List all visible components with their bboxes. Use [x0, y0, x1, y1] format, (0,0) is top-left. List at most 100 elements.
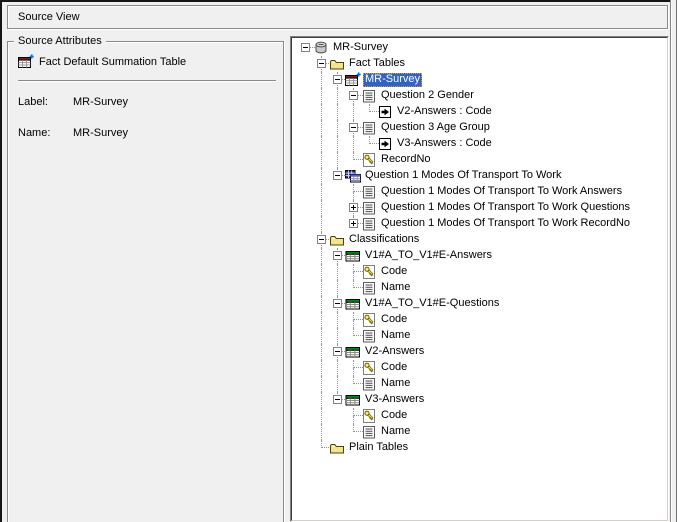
tree-item-label[interactable]: Question 1 Modes Of Transport To Work	[363, 169, 563, 183]
list-icon[interactable]	[361, 376, 377, 392]
expand-plus-icon[interactable]	[349, 219, 358, 228]
class-table-icon[interactable]	[345, 392, 361, 408]
tree-guide	[321, 184, 322, 200]
tree-item-label[interactable]: V2-Answers	[363, 345, 426, 359]
tree-guide	[353, 320, 354, 328]
tree-row: Question 1 Modes Of Transport To Work Qu…	[292, 200, 667, 216]
arrow-icon[interactable]	[377, 136, 393, 152]
table-type-label: Fact Default Summation Table	[39, 56, 186, 68]
key-icon[interactable]	[361, 408, 377, 424]
tree-guide	[337, 360, 338, 376]
folder-icon[interactable]	[329, 440, 345, 456]
collapse-minus-icon[interactable]	[317, 59, 326, 68]
tree-guide	[321, 328, 322, 344]
tree-item-label[interactable]: Name	[379, 281, 412, 295]
folder-icon[interactable]	[329, 56, 345, 72]
field-value: MR-Survey	[73, 96, 128, 108]
tree-item-label[interactable]: V2-Answers : Code	[395, 105, 494, 119]
tree-item-label[interactable]: MR-Survey	[331, 41, 390, 55]
list-icon[interactable]	[361, 184, 377, 200]
tree-item-label[interactable]: Question 1 Modes Of Transport To Work Qu…	[379, 201, 632, 215]
collapse-minus-icon[interactable]	[333, 251, 342, 260]
database-icon[interactable]	[313, 40, 329, 56]
tree-row: Code	[292, 360, 667, 376]
group-title: Source Attributes	[14, 35, 106, 47]
fact-table-icon[interactable]	[345, 72, 361, 88]
tree-item-label[interactable]: Plain Tables	[347, 441, 410, 455]
list-icon[interactable]	[361, 200, 377, 216]
tree-guide	[353, 368, 354, 376]
tree-item-label[interactable]: Code	[379, 409, 409, 423]
minus-glyph	[319, 239, 324, 240]
tree-item-label[interactable]: Fact Tables	[347, 57, 407, 71]
tree-row: Code	[292, 264, 667, 280]
tree-guide	[321, 136, 322, 152]
list-icon[interactable]	[361, 328, 377, 344]
tree-guide	[353, 416, 354, 424]
tree-item-label[interactable]: Question 1 Modes Of Transport To Work Re…	[379, 217, 632, 231]
tree-item-label[interactable]: V3-Answers	[363, 393, 426, 407]
tree-row: V1#A_TO_V1#E-Questions	[292, 296, 667, 312]
tree-row: Name	[292, 328, 667, 344]
tree-row: Name	[292, 280, 667, 296]
tree-item-label[interactable]: Name	[379, 425, 412, 439]
minus-glyph	[335, 175, 340, 176]
tree-item-label[interactable]: Question 1 Modes Of Transport To Work An…	[379, 185, 624, 199]
tree-guide	[353, 104, 354, 120]
source-tree: MR-Survey Fact Tables MR-Survey Question…	[292, 40, 667, 456]
class-table-icon[interactable]	[345, 248, 361, 264]
multi-table-icon[interactable]	[345, 168, 361, 184]
tree-item-label[interactable]: Question 3 Age Group	[379, 121, 492, 135]
field-label: Name:	[18, 127, 50, 139]
expand-plus-icon[interactable]	[349, 203, 358, 212]
window-title: Source View	[18, 11, 80, 23]
tree-item-label[interactable]: Name	[379, 329, 412, 343]
collapse-minus-icon[interactable]	[333, 299, 342, 308]
key-icon[interactable]	[361, 312, 377, 328]
tree-item-label[interactable]: MR-Survey	[363, 73, 422, 87]
tree-item-label[interactable]: Question 2 Gender	[379, 89, 476, 103]
tree-item-label[interactable]: Code	[379, 265, 409, 279]
fact-table-icon	[18, 54, 34, 70]
list-icon[interactable]	[361, 280, 377, 296]
tree-item-label[interactable]: V1#A_TO_V1#E-Questions	[363, 297, 501, 311]
list-icon[interactable]	[361, 216, 377, 232]
class-table-icon[interactable]	[345, 296, 361, 312]
tree-guide	[353, 192, 354, 200]
class-table-icon[interactable]	[345, 344, 361, 360]
tree-guide	[321, 392, 322, 408]
collapse-minus-icon[interactable]	[333, 395, 342, 404]
tree-guide	[321, 72, 322, 88]
tree-row: Question 1 Modes Of Transport To Work Re…	[292, 216, 667, 232]
key-icon[interactable]	[361, 264, 377, 280]
tree-row: Name	[292, 376, 667, 392]
collapse-minus-icon[interactable]	[317, 235, 326, 244]
collapse-minus-icon[interactable]	[333, 75, 342, 84]
folder-icon[interactable]	[329, 232, 345, 248]
collapse-minus-icon[interactable]	[349, 123, 358, 132]
tree-item-label[interactable]: Name	[379, 377, 412, 391]
collapse-minus-icon[interactable]	[301, 43, 310, 52]
tree-guide	[321, 344, 322, 360]
list-icon[interactable]	[361, 88, 377, 104]
tree-guide	[337, 104, 338, 120]
tree-item-label[interactable]: V1#A_TO_V1#E-Answers	[363, 249, 494, 263]
tree-item-label[interactable]: Code	[379, 313, 409, 327]
collapse-minus-icon[interactable]	[333, 171, 342, 180]
tree-item-label[interactable]: RecordNo	[379, 153, 433, 167]
tree-row: Classifications	[292, 232, 667, 248]
arrow-icon[interactable]	[377, 104, 393, 120]
tree-item-label[interactable]: Classifications	[347, 233, 421, 247]
tree-row: Plain Tables	[292, 440, 667, 456]
tree-item-label[interactable]: Code	[379, 361, 409, 375]
tree-row: Code	[292, 312, 667, 328]
list-icon[interactable]	[361, 120, 377, 136]
collapse-minus-icon[interactable]	[333, 347, 342, 356]
collapse-minus-icon[interactable]	[349, 91, 358, 100]
tree-row: Question 1 Modes Of Transport To Work An…	[292, 184, 667, 200]
minus-glyph	[335, 255, 340, 256]
key-icon[interactable]	[361, 152, 377, 168]
key-icon[interactable]	[361, 360, 377, 376]
list-icon[interactable]	[361, 424, 377, 440]
tree-item-label[interactable]: V3-Answers : Code	[395, 137, 494, 151]
